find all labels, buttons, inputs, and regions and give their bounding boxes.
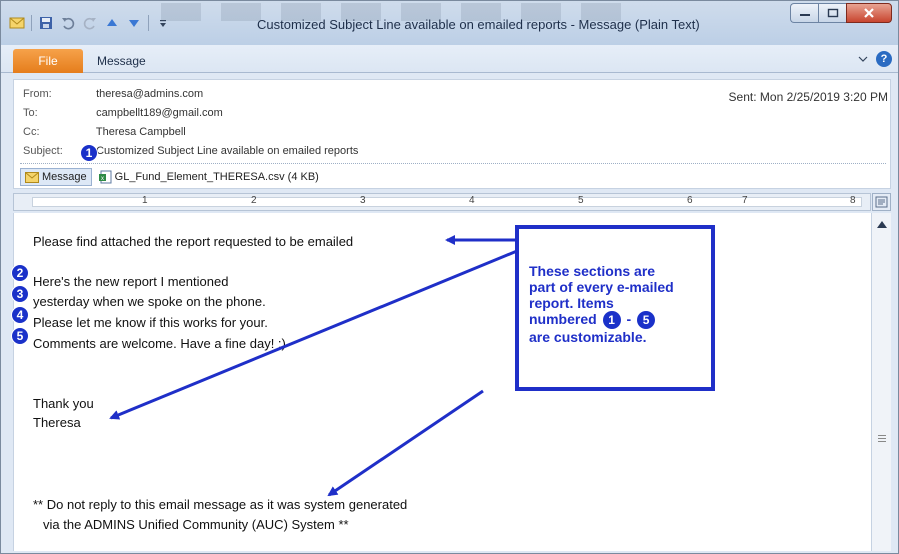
callout-numbered: numbered <box>529 311 597 327</box>
subject-row: Subject: Customized Subject Line availab… <box>23 145 358 157</box>
next-item-icon[interactable] <box>126 15 142 31</box>
message-body-tab[interactable]: Message <box>20 168 92 186</box>
minimize-button[interactable] <box>790 3 818 23</box>
scroll-up-arrow-icon[interactable] <box>877 221 887 228</box>
svg-text:x: x <box>101 176 104 182</box>
annotation-callout-box: These sections are part of every e-maile… <box>515 225 715 391</box>
maximize-icon <box>827 8 838 18</box>
envelope-icon <box>25 171 39 183</box>
body-thanks: Thank you <box>33 396 94 411</box>
body-line-5: Comments are welcome. Have a fine day! :… <box>33 336 286 351</box>
callout-line-3: report. Items <box>529 295 614 311</box>
callout-line-5: are customizable. <box>529 329 647 346</box>
window-controls <box>790 3 892 23</box>
body-signature: Theresa <box>33 415 81 430</box>
attachment-file[interactable]: x GL_Fund_Element_THERESA.csv (4 KB) <box>98 170 319 184</box>
marker-4: 4 <box>11 306 29 324</box>
outlook-message-window: Customized Subject Line available on ema… <box>0 0 899 554</box>
body-line-intro: Please find attached the report requeste… <box>33 234 354 249</box>
callout-marker-1: 1 <box>602 311 621 330</box>
to-row: To: campbellt189@gmail.com <box>23 107 223 119</box>
ruler-track <box>32 197 862 207</box>
from-value[interactable]: theresa@admins.com <box>96 88 203 100</box>
sent-label: Sent: <box>728 90 757 104</box>
quick-access-toolbar <box>9 13 171 33</box>
ruler: 1 2 3 4 5 6 7 8 <box>13 193 871 211</box>
ruler-number: 7 <box>742 195 748 206</box>
maximize-button[interactable] <box>818 3 846 23</box>
attachment-bar: Message x GL_Fund_Element_THERESA.csv (4… <box>20 167 319 187</box>
marker-1: 1 <box>80 144 98 162</box>
tab-message[interactable]: Message <box>97 54 146 68</box>
marker-2: 2 <box>11 264 29 282</box>
sent-info: Sent: Mon 2/25/2019 3:20 PM <box>729 90 888 104</box>
body-line-2: Here's the new report I mentioned <box>33 274 229 289</box>
minimize-icon <box>799 14 810 16</box>
callout-text: These sections are part of every e-maile… <box>529 263 674 345</box>
sent-value: Mon 2/25/2019 3:20 PM <box>759 90 888 104</box>
to-value[interactable]: campbellt189@gmail.com <box>96 107 223 119</box>
cc-value[interactable]: Theresa Campbell <box>96 126 186 138</box>
callout-line-2: part of every e-mailed <box>529 279 674 295</box>
attachment-name: GL_Fund_Element_THERESA.csv (4 KB) <box>114 171 319 183</box>
body-line-4: Please let me know if this works for you… <box>33 315 268 330</box>
save-icon[interactable] <box>38 15 54 31</box>
tab-file[interactable]: File <box>13 49 83 73</box>
customize-toolbar-icon[interactable] <box>155 15 171 31</box>
marker-3: 3 <box>11 285 29 303</box>
ribbon-collapse-icon[interactable] <box>858 52 868 66</box>
callout-dash: - <box>626 311 632 327</box>
close-button[interactable] <box>846 3 892 23</box>
marker-5: 5 <box>11 327 29 345</box>
help-icon[interactable]: ? <box>876 51 892 67</box>
ribbon-tabs: File Message ? <box>1 45 898 73</box>
ruler-number: 8 <box>850 195 856 206</box>
previous-item-icon[interactable] <box>104 15 120 31</box>
body-footer-line-1: ** Do not reply to this email message as… <box>33 497 408 512</box>
envelope-icon[interactable] <box>9 15 25 31</box>
callout-marker-5: 5 <box>637 311 656 330</box>
scroll-grip-icon[interactable] <box>878 435 886 442</box>
toolbar-separator <box>31 15 32 31</box>
redo-icon[interactable] <box>82 15 98 31</box>
ruler-number: 1 <box>142 195 148 206</box>
cc-label: Cc: <box>23 126 40 138</box>
subject-value: Customized Subject Line available on ema… <box>96 145 359 157</box>
message-header: From: theresa@admins.com To: campbellt18… <box>13 79 891 189</box>
ruler-number: 2 <box>251 195 257 206</box>
close-icon <box>864 8 874 18</box>
title-bar: Customized Subject Line available on ema… <box>1 1 898 45</box>
body-line-3: yesterday when we spoke on the phone. <box>33 294 266 309</box>
ruler-number: 5 <box>578 195 584 206</box>
body-footer-line-2: via the ADMINS Unified Community (AUC) S… <box>43 517 349 532</box>
message-tab-label: Message <box>42 171 87 183</box>
header-divider <box>20 163 886 164</box>
ruler-number: 3 <box>360 195 366 206</box>
vertical-scrollbar[interactable] <box>871 213 891 551</box>
toolbar-separator <box>148 15 149 31</box>
view-ruler-button[interactable] <box>872 193 891 211</box>
window-title: Customized Subject Line available on ema… <box>257 17 700 32</box>
ruler-number: 6 <box>687 195 693 206</box>
ruler-number: 4 <box>469 195 475 206</box>
from-row: From: theresa@admins.com <box>23 88 203 100</box>
ruler-toggle-icon <box>875 196 888 208</box>
callout-line-1: These sections are <box>529 263 656 279</box>
excel-file-icon: x <box>98 170 112 184</box>
cc-row: Cc: Theresa Campbell <box>23 126 186 138</box>
callout-line-4: numbered 1 - 5 <box>529 311 674 330</box>
from-label: From: <box>23 88 52 100</box>
to-label: To: <box>23 107 38 119</box>
undo-icon[interactable] <box>60 15 76 31</box>
ribbon-right-controls: ? <box>858 51 892 67</box>
